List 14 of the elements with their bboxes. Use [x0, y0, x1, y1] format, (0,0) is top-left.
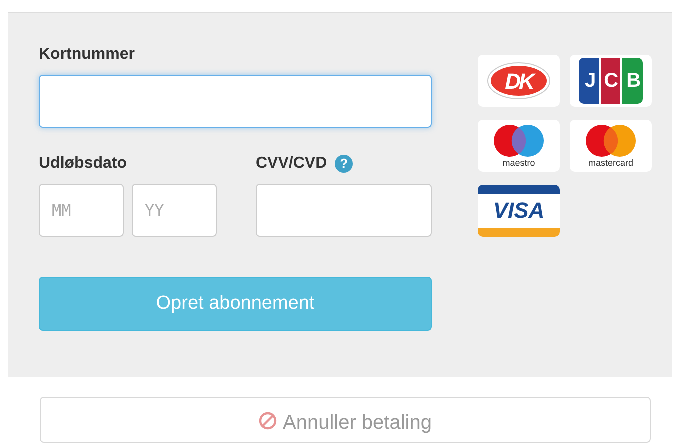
maestro-logo: maestro	[478, 120, 560, 172]
year-field[interactable]: YY	[132, 184, 217, 237]
subscribe-button[interactable]: Opret abonnement	[39, 277, 432, 331]
dankort-logo: DK	[478, 55, 560, 107]
field-label: CVV/CVD	[256, 154, 328, 174]
mastercard-logo: mastercard	[570, 120, 652, 172]
field-label: Kortnummer	[39, 45, 136, 65]
field-label: Udløbsdato	[39, 154, 127, 174]
help-icon[interactable]: ?	[335, 155, 354, 173]
prohibited-icon	[259, 412, 277, 430]
cvv-field[interactable]	[256, 184, 432, 237]
card-number-field[interactable]	[39, 75, 432, 128]
visa-logo: VISA	[478, 185, 560, 237]
month-field[interactable]: MM	[39, 184, 124, 237]
